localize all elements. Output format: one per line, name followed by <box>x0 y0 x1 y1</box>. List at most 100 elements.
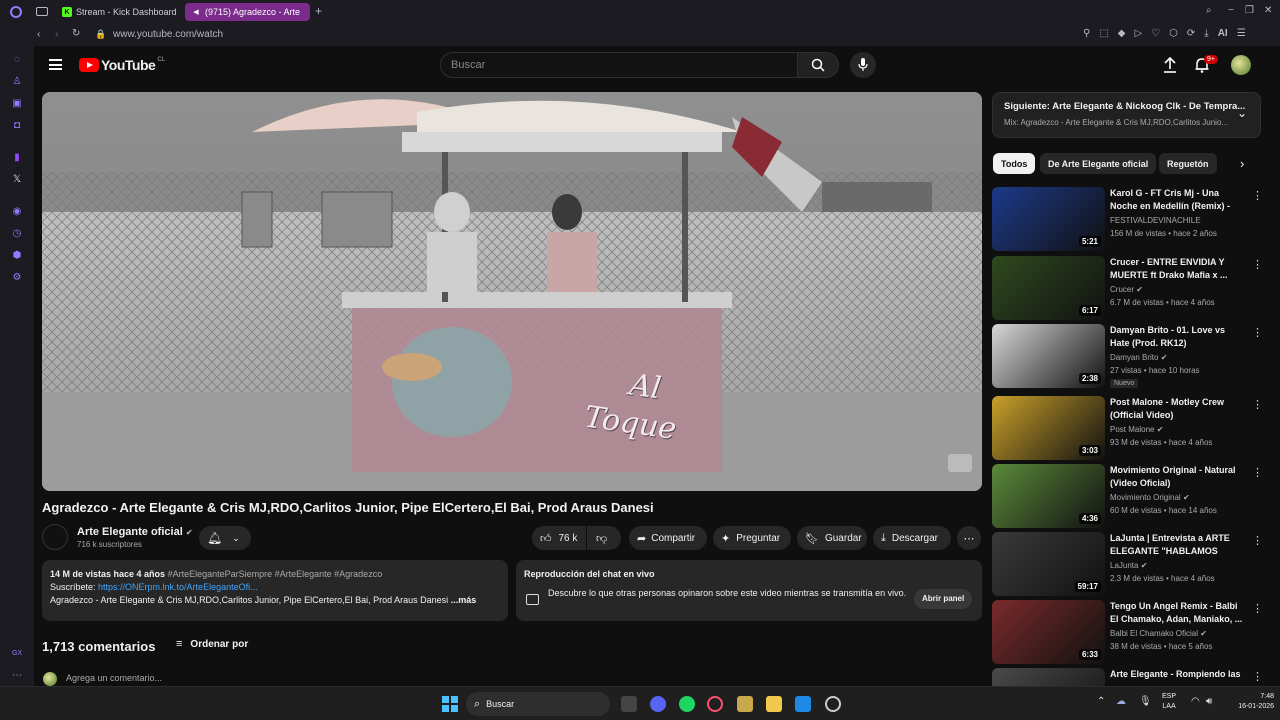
voice-search-button[interactable] <box>850 52 876 78</box>
minimize-icon[interactable]: − <box>1228 6 1234 16</box>
chip-todos[interactable]: Todos <box>993 153 1036 174</box>
recommendation-item[interactable]: Arte Elegante - Rompiendo las ⋮ <box>992 668 1262 686</box>
video-player[interactable]: Al Toque <box>42 92 982 491</box>
rec-title[interactable]: Karol G - FT Cris Mj - Una Noche en Mede… <box>1110 187 1246 214</box>
snapshot-icon[interactable]: ⬚ <box>1099 29 1108 39</box>
windows-start-icon[interactable] <box>442 696 458 712</box>
gx-icon[interactable]: GX <box>11 648 23 660</box>
upload-icon[interactable] <box>1163 57 1177 73</box>
rec-title[interactable]: Crucer - ENTRE ENVIDIA Y MUERTE ft Drako… <box>1110 256 1246 282</box>
tab-youtube[interactable]: ◀ (9715) Agradezco - Arte <box>185 3 310 21</box>
dislike-button[interactable]: 👎︎ <box>587 526 621 550</box>
more-vert-icon[interactable]: ⋮ <box>1252 326 1263 339</box>
ask-button[interactable]: ✦ Preguntar <box>713 526 791 550</box>
channel-name[interactable]: Arte Elegante oficial ✔ <box>77 526 193 538</box>
tray-chevron-icon[interactable]: ⌃ <box>1097 696 1105 707</box>
reload-icon[interactable]: ↻ <box>72 29 80 39</box>
more-vert-icon[interactable]: ⋮ <box>1252 258 1263 271</box>
play-icon[interactable]: ▷ <box>1134 29 1142 39</box>
chip-channel[interactable]: De Arte Elegante oficial <box>1040 153 1157 174</box>
more-vert-icon[interactable]: ⋮ <box>1252 398 1263 411</box>
video-thumbnail[interactable]: 4:36 <box>992 464 1105 528</box>
close-window-icon[interactable]: ✕ <box>1264 6 1272 16</box>
twitch-icon[interactable]: ▮ <box>11 152 23 164</box>
avatar[interactable] <box>1231 55 1251 75</box>
video-thumbnail[interactable]: 3:03 <box>992 396 1105 460</box>
search-input[interactable] <box>441 53 797 77</box>
more-vert-icon[interactable]: ⋮ <box>1252 189 1263 202</box>
task-view-icon[interactable] <box>621 696 637 712</box>
more-vert-icon[interactable]: ⋮ <box>1252 670 1262 683</box>
recommendation-item[interactable]: 4:36 Movimiento Original - Natural (Video… <box>992 464 1263 528</box>
back-icon[interactable]: ‹ <box>37 30 40 40</box>
mic-icon[interactable]: 🎙︎ <box>1139 696 1152 707</box>
taskbar-search[interactable]: ⌕ Buscar <box>466 692 610 716</box>
messenger-icon[interactable]: ◘ <box>11 120 23 132</box>
more-vert-icon[interactable]: ⋮ <box>1252 534 1263 547</box>
search-button[interactable] <box>797 52 839 78</box>
video-thumbnail[interactable]: 5:21 <box>992 187 1105 251</box>
rec-title[interactable]: Damyan Brito - 01. Love vs Hate (Prod. R… <box>1110 324 1246 350</box>
video-thumbnail[interactable]: 2:38 <box>992 324 1105 388</box>
recommendation-item[interactable]: 2:38 Damyan Brito - 01. Love vs Hate (Pro… <box>992 324 1263 388</box>
share-button[interactable]: ➦ Compartir <box>629 526 707 550</box>
channel-avatar[interactable] <box>42 524 68 550</box>
rec-title[interactable]: Tengo Un Angel Remix - Balbi El Chamako,… <box>1110 600 1246 626</box>
like-button[interactable]: 👍︎ 76 k <box>532 526 586 550</box>
aria-icon[interactable]: ◌ <box>11 54 23 66</box>
chevron-right-icon[interactable]: › <box>1240 156 1244 171</box>
rec-title[interactable]: Post Malone - Motley Crew (Official Vide… <box>1110 396 1246 422</box>
clock[interactable]: 7:48 16-01-2026 <box>1224 692 1274 712</box>
sync-icon[interactable]: ⟳ <box>1187 29 1195 39</box>
subscribed-bell-button[interactable]: 🔔︎ ⌄ <box>199 526 251 550</box>
recommendation-item[interactable]: 6:17 Crucer - ENTRE ENVIDIA Y MUERTE ft D… <box>992 256 1263 320</box>
shield-icon[interactable]: ◆ <box>1118 29 1126 39</box>
history-icon[interactable]: ◷ <box>11 228 23 240</box>
maximize-icon[interactable]: ❐ <box>1245 6 1254 16</box>
video-thumbnail[interactable]: 6:17 <box>992 256 1105 320</box>
player-icon[interactable]: ▣ <box>11 98 23 110</box>
youtube-logo[interactable]: YouTube CL <box>79 57 165 73</box>
language-indicator[interactable]: ESP LAA <box>1162 692 1176 712</box>
download-button[interactable]: ⤓ Descargar <box>873 526 951 550</box>
sort-comments-button[interactable]: ≡ Ordenar por <box>176 638 248 650</box>
forward-icon[interactable]: › <box>55 30 58 40</box>
show-more-link[interactable]: ...más <box>451 595 477 605</box>
file-explorer-icon[interactable] <box>766 696 782 712</box>
search-tabs-icon[interactable]: ⌕ <box>1206 6 1212 16</box>
description-box[interactable]: 14 M de vistas hace 4 años #ArteElegante… <box>42 560 508 621</box>
new-tab-icon[interactable]: + <box>315 5 322 17</box>
x-icon[interactable]: 𝕏 <box>11 174 23 186</box>
heart-icon[interactable]: ♡ <box>1151 29 1160 39</box>
recommendation-item[interactable]: 5:21 Karol G - FT Cris Mj - Una Noche en … <box>992 187 1263 251</box>
hamburger-menu-icon[interactable] <box>49 59 62 70</box>
spotify-icon[interactable] <box>679 696 695 712</box>
opera-gx-icon[interactable] <box>707 696 723 712</box>
hashtags[interactable]: #ArteEleganteParSiempre #ArteElegante #A… <box>165 569 383 579</box>
ai-icon[interactable]: AI <box>1218 29 1228 39</box>
video-thumbnail[interactable]: 6:33 <box>992 600 1105 664</box>
download-icon[interactable]: ⤓ <box>1204 29 1208 39</box>
more-vert-icon[interactable]: ⋮ <box>1252 466 1263 479</box>
cloud-icon[interactable]: ☁ <box>1116 696 1126 707</box>
chatgpt-icon[interactable] <box>825 696 841 712</box>
wifi-icon[interactable]: ◠ <box>1191 696 1200 707</box>
recommendation-item[interactable]: 3:03 Post Malone - Motley Crew (Official … <box>992 396 1263 460</box>
extensions-icon[interactable]: ⬡ <box>1169 29 1178 39</box>
recommendation-item[interactable]: 59:17 LaJunta | Entrevista a ARTE ELEGANT… <box>992 532 1263 596</box>
cube-icon[interactable]: ⬢ <box>11 250 23 262</box>
chevron-down-icon[interactable]: ⌄ <box>1237 106 1247 120</box>
up-next-panel[interactable]: Siguiente: Arte Elegante & Nickoog Clk -… <box>992 92 1261 138</box>
settings-icon[interactable]: ⚙ <box>11 272 23 284</box>
recommendation-item[interactable]: 6:33 Tengo Un Angel Remix - Balbi El Cham… <box>992 600 1263 664</box>
app-icon[interactable] <box>737 696 753 712</box>
pin-icon[interactable]: ⚲ <box>1083 29 1090 39</box>
more-icon[interactable]: ⋯ <box>11 670 23 682</box>
volume-icon[interactable]: 🔊︎ <box>1206 696 1212 707</box>
video-thumbnail[interactable] <box>992 668 1105 686</box>
rec-title[interactable]: Arte Elegante - Rompiendo las <box>1110 668 1246 681</box>
more-vert-icon[interactable]: ⋮ <box>1252 602 1263 615</box>
save-button[interactable]: 🔖︎ Guardar <box>797 526 867 550</box>
store-icon[interactable] <box>795 696 811 712</box>
opera-logo-icon[interactable] <box>10 6 22 18</box>
